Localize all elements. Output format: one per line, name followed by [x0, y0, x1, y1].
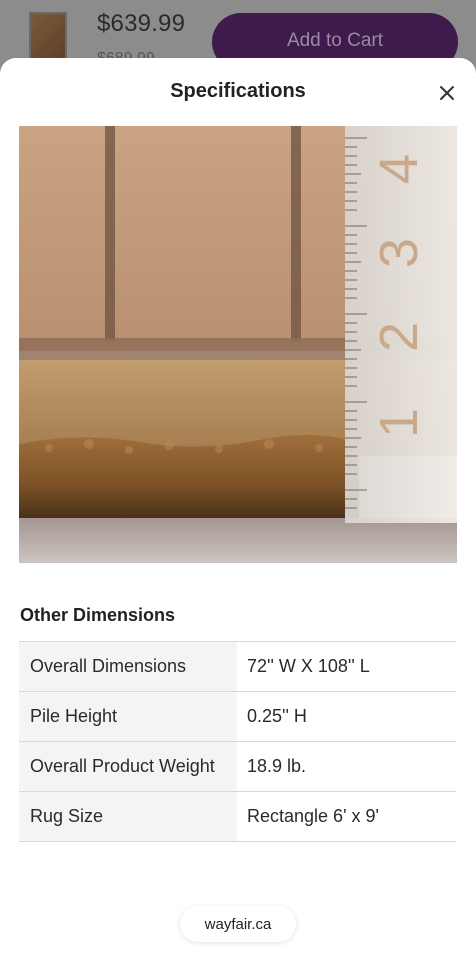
spec-value: 0.25'' H [237, 691, 456, 742]
product-thumbnail[interactable] [29, 12, 67, 60]
spec-label: Overall Dimensions [19, 641, 237, 692]
specifications-sheet: Specifications 1 2 3 4 Other Dimensions … [0, 58, 476, 960]
browser-url-pill[interactable]: wayfair.ca [180, 906, 296, 942]
close-icon[interactable] [434, 80, 460, 106]
table-row: Overall Product Weight 18.9 lb. [19, 741, 456, 792]
ruler-number-1: 1 [369, 408, 429, 438]
rug-pile-photo: 1 2 3 4 [19, 126, 457, 563]
ruler-number-2: 2 [369, 322, 429, 352]
dimensions-table: Overall Dimensions 72'' W X 108'' L Pile… [19, 641, 456, 842]
ruler-number-3: 3 [369, 238, 429, 268]
table-row: Overall Dimensions 72'' W X 108'' L [19, 641, 456, 692]
other-dimensions-title: Other Dimensions [20, 605, 176, 625]
table-row: Rug Size Rectangle 6' x 9' [19, 791, 456, 842]
spec-label: Rug Size [19, 791, 237, 842]
spec-label: Overall Product Weight [19, 741, 237, 792]
sheet-title: Specifications [170, 80, 306, 102]
ruler-number-4: 4 [369, 154, 429, 184]
spec-label: Pile Height [19, 691, 237, 742]
spec-value: Rectangle 6' x 9' [237, 791, 456, 842]
table-row: Pile Height 0.25'' H [19, 691, 456, 742]
spec-value: 18.9 lb. [237, 741, 456, 792]
spec-value: 72'' W X 108'' L [237, 641, 456, 692]
current-price: $639.99 [97, 10, 186, 37]
